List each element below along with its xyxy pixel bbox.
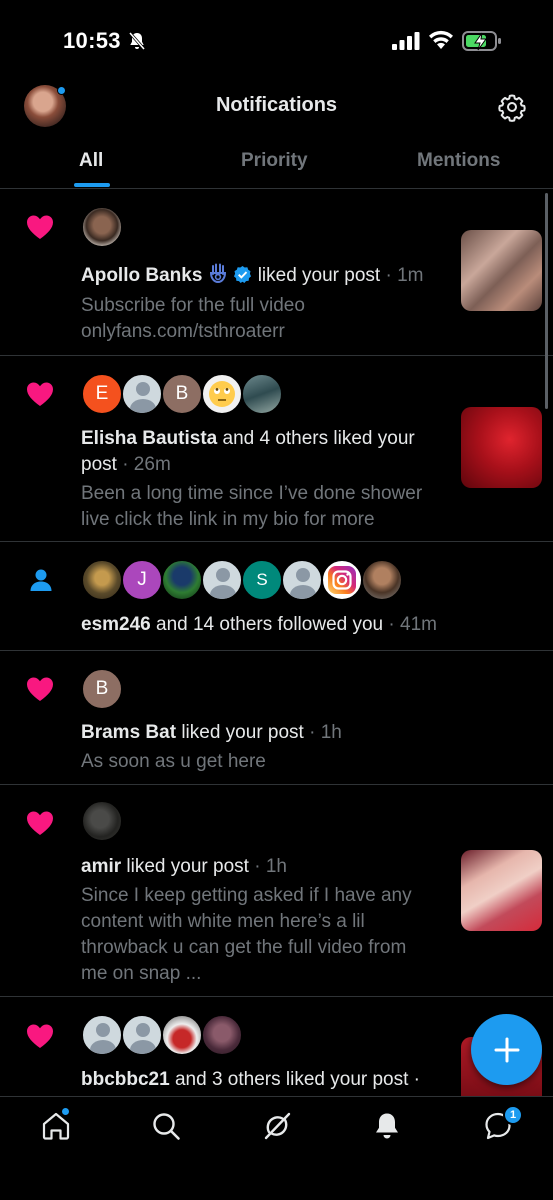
notification-text: esm246 and 14 others followed you · 41m — [81, 612, 437, 638]
avatar[interactable] — [321, 559, 363, 601]
notification-item[interactable]: Apollo Banks liked your post · 1m Subscr… — [0, 190, 553, 356]
avatar-stack: J S — [81, 559, 403, 601]
tab-all[interactable]: All — [79, 150, 103, 172]
compose-button[interactable] — [471, 1014, 542, 1085]
post-preview: As soon as u get here — [81, 751, 266, 772]
heart-icon — [27, 382, 53, 406]
timestamp: · 1h — [309, 722, 342, 743]
verified-badge-icon — [234, 265, 252, 284]
avatar[interactable]: B — [161, 373, 203, 415]
action-text: liked your post — [181, 722, 304, 743]
post-thumbnail[interactable] — [461, 230, 542, 311]
wifi-icon — [429, 30, 453, 49]
timestamp: · 41m — [388, 614, 437, 635]
avatar-stack: E B — [81, 373, 283, 415]
notification-item[interactable]: amir liked your post · 1h Since I keep g… — [0, 785, 553, 997]
notification-text: Apollo Banks liked your post · 1m — [81, 263, 423, 289]
post-thumbnail[interactable] — [461, 850, 542, 931]
notification-text: bbcbbc21 and 3 others liked your post · — [81, 1067, 420, 1093]
notification-item[interactable]: bbcbbc21 and 3 others liked your post · — [0, 997, 553, 1096]
tab-priority[interactable]: Priority — [241, 150, 308, 172]
actor-name[interactable]: Elisha Bautista — [81, 428, 217, 449]
header: Notifications — [0, 80, 553, 136]
action-text: and 3 others liked your post · — [174, 1069, 421, 1090]
avatar[interactable] — [241, 373, 283, 415]
eye-roll-emoji-icon — [209, 381, 235, 407]
avatar-stack: B — [81, 668, 123, 710]
notification-text: Elisha Bautista and 4 others liked your … — [81, 426, 461, 478]
signal-icon — [392, 32, 420, 50]
avatar[interactable] — [81, 559, 123, 601]
notifications-bell-icon[interactable] — [372, 1111, 402, 1141]
page-title: Notifications — [215, 94, 338, 116]
heart-icon — [27, 1024, 53, 1048]
bottom-nav: 1 — [0, 1096, 553, 1200]
notification-item[interactable]: E B Elisha Bautista and 4 others liked y… — [0, 356, 553, 542]
avatar-stack — [81, 800, 123, 842]
post-preview: Been a long time since I’ve done shower … — [81, 483, 423, 530]
action-text-cont: post — [81, 454, 117, 475]
avatar[interactable] — [201, 559, 243, 601]
tab-bar: All Priority Mentions — [0, 136, 553, 189]
heart-icon — [27, 811, 53, 835]
avatar[interactable] — [121, 373, 163, 415]
action-text: liked your post — [126, 856, 249, 877]
grok-icon[interactable] — [262, 1111, 292, 1141]
status-time: 10:53 — [63, 28, 121, 53]
bell-off-icon — [128, 32, 146, 50]
hamsa-icon — [210, 263, 227, 284]
timestamp: · 1h — [254, 856, 287, 877]
notification-item[interactable]: B Brams Bat liked your post · 1h As soon… — [0, 651, 553, 785]
avatar[interactable]: B — [81, 668, 123, 710]
avatar-stack — [81, 1014, 243, 1056]
plus-icon — [494, 1037, 519, 1062]
post-preview: Subscribe for the full video onlyfans.co… — [81, 295, 305, 342]
timestamp: · 26m — [122, 454, 171, 475]
avatar[interactable] — [81, 206, 123, 248]
actor-name[interactable]: Brams Bat — [81, 722, 176, 743]
avatar[interactable] — [81, 800, 123, 842]
action-text: and 4 others liked your — [222, 428, 415, 449]
heart-icon — [27, 677, 53, 701]
notification-item[interactable]: J S esm246 and 14 others followed you · … — [0, 542, 553, 651]
avatar[interactable] — [161, 559, 203, 601]
notification-text: Brams Bat liked your post · 1h — [81, 720, 342, 746]
tab-mentions[interactable]: Mentions — [417, 150, 500, 172]
actor-name[interactable]: Apollo Banks — [81, 265, 202, 286]
heart-icon — [27, 215, 53, 239]
person-icon — [30, 569, 52, 591]
active-tab-indicator — [74, 183, 110, 187]
avatar[interactable] — [201, 1014, 243, 1056]
scrollbar[interactable] — [545, 193, 548, 409]
avatar[interactable]: J — [121, 559, 163, 601]
avatar[interactable] — [121, 1014, 163, 1056]
avatar[interactable] — [361, 559, 403, 601]
avatar[interactable]: S — [241, 559, 283, 601]
actor-name[interactable]: esm246 — [81, 614, 151, 635]
action-text: and 14 others followed you — [156, 614, 384, 635]
status-bar: 10:53 — [0, 0, 553, 80]
gear-icon[interactable] — [497, 92, 527, 122]
action-text: liked your post — [257, 265, 381, 286]
avatar[interactable] — [161, 1014, 203, 1056]
instagram-logo-icon — [328, 566, 356, 594]
avatar[interactable] — [281, 559, 323, 601]
notification-text: amir liked your post · 1h — [81, 854, 287, 880]
avatar[interactable]: E — [81, 373, 123, 415]
timestamp: · 1m — [385, 265, 424, 286]
avatar[interactable] — [81, 1014, 123, 1056]
search-icon[interactable] — [151, 1111, 181, 1141]
post-thumbnail[interactable] — [461, 407, 542, 488]
avatar-stack — [81, 206, 123, 248]
battery-charging-icon — [462, 31, 501, 51]
home-unread-dot — [61, 1107, 70, 1116]
avatar[interactable] — [201, 373, 243, 415]
messages-badge: 1 — [503, 1105, 523, 1125]
actor-name[interactable]: amir — [81, 856, 121, 877]
post-preview: Since I keep getting asked if I have any… — [81, 885, 412, 984]
actor-name[interactable]: bbcbbc21 — [81, 1069, 170, 1090]
